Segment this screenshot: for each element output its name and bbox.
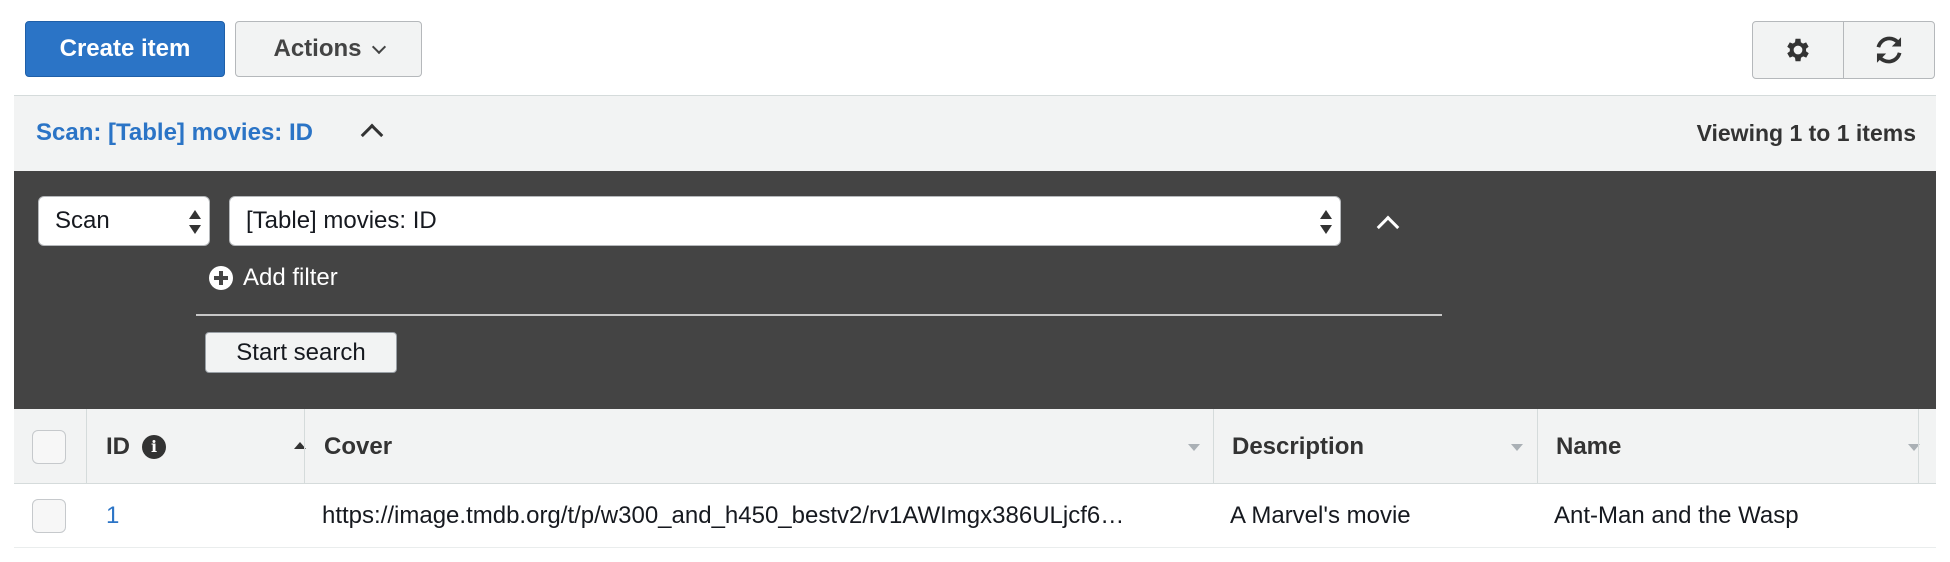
start-search-label: Start search [236,338,366,366]
column-separator [1537,409,1538,484]
toolbar-icon-group [1752,21,1935,79]
column-header-description[interactable]: Description [1232,409,1542,484]
row-description-cell: A Marvel's movie [1230,502,1411,529]
row-cover-cell: https://image.tmdb.org/t/p/w300_and_h450… [322,502,1125,529]
select-all-cell [32,409,66,484]
row-name-cell: Ant-Man and the Wasp [1554,502,1799,529]
select-arrows-icon [189,209,201,235]
actions-dropdown-button[interactable]: Actions [235,21,422,77]
column-separator [86,409,87,484]
settings-button[interactable] [1753,22,1843,78]
column-header-id-label: ID [106,432,130,460]
column-separator [304,409,305,484]
column-header-description-label: Description [1232,432,1365,460]
scan-mode-value: Scan [55,207,110,234]
scan-header: Scan: [Table] movies: ID Viewing 1 to 1 … [14,95,1936,171]
refresh-button[interactable] [1843,22,1934,78]
viewing-count: Viewing 1 to 1 items [1696,120,1916,146]
add-filter-button[interactable]: Add filter [209,264,338,292]
create-item-label: Create item [59,35,191,62]
column-separator [1918,409,1919,484]
scan-mode-select[interactable]: Scan [38,196,210,246]
start-search-button[interactable]: Start search [205,332,397,373]
toolbar: Create item Actions [0,0,1950,95]
column-header-name[interactable]: Name [1556,409,1926,484]
collapse-panel-chevron-up-icon[interactable] [1376,215,1400,239]
column-header-cover-label: Cover [324,432,393,460]
sort-caret-icon [1188,444,1200,451]
refresh-icon [1876,36,1902,64]
column-header-cover[interactable]: Cover [324,409,1214,484]
divider [196,314,1442,316]
filter-panel: Scan [Table] movies: ID Add filter Start… [14,171,1936,409]
table-header: ID i Cover Description Name [14,409,1936,484]
scan-title-link[interactable]: Scan: [Table] movies: ID [36,119,313,147]
column-separator [1213,409,1214,484]
actions-label: Actions [273,35,362,62]
add-filter-label: Add filter [243,264,338,291]
select-all-checkbox[interactable] [32,429,66,464]
row-checkbox[interactable] [32,499,66,533]
table-row[interactable]: 1 https://image.tmdb.org/t/p/w300_and_h4… [14,484,1936,548]
info-icon[interactable]: i [142,434,166,459]
row-id-link[interactable]: 1 [106,484,119,548]
gear-icon [1787,38,1809,62]
items-table: ID i Cover Description Name 1 https://im… [14,409,1936,548]
table-select-value: [Table] movies: ID [246,207,437,234]
column-header-name-label: Name [1556,432,1622,460]
row-checkbox-cell [32,484,66,548]
collapse-chevron-up-icon[interactable] [360,123,384,147]
table-select[interactable]: [Table] movies: ID [229,196,1341,246]
select-arrows-icon [1320,209,1332,235]
chevron-down-icon [371,39,386,54]
column-header-id[interactable]: ID i [106,409,310,484]
create-item-button[interactable]: Create item [25,21,225,77]
plus-circle-icon [209,266,233,290]
sort-caret-icon [1511,444,1523,451]
